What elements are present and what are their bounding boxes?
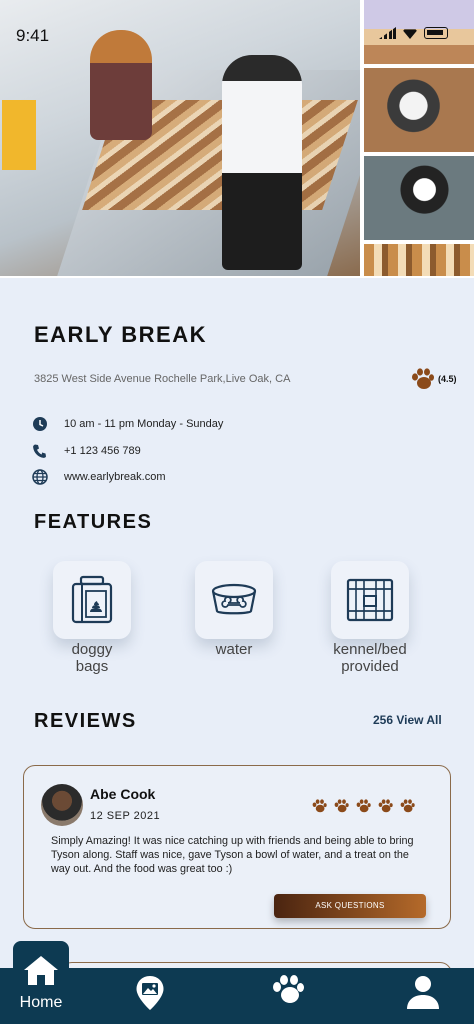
hours-text: 10 am - 11 pm Monday - Sunday: [64, 418, 224, 430]
home-label: Home: [19, 994, 63, 1011]
paw-icon: [273, 975, 304, 1003]
gallery-thumb-4[interactable]: [364, 244, 474, 276]
battery-icon: [424, 27, 448, 39]
website-link[interactable]: www.earlybreak.com: [64, 471, 165, 483]
venue-address: 3825 West Side Avenue Rochelle Park,Live…: [34, 373, 291, 385]
phone-text[interactable]: +1 123 456 789: [64, 445, 141, 457]
clock-icon: [33, 417, 47, 431]
feature-label: water: [215, 641, 253, 658]
nav-pets-tab[interactable]: [272, 975, 304, 1010]
profile-icon: [407, 976, 439, 1009]
doggy-bag-icon: [71, 575, 113, 624]
venue-rating: (4.5): [410, 368, 457, 390]
features-heading: FEATURES: [34, 511, 153, 533]
website-row[interactable]: www.earlybreak.com: [32, 469, 165, 485]
hero-gallery: [0, 0, 474, 278]
nav-map-tab[interactable]: [135, 975, 165, 1016]
gallery-thumb-3[interactable]: [364, 156, 474, 240]
feature-doggy-bags: doggy bags: [42, 561, 142, 675]
wifi-icon: [402, 29, 418, 39]
review-rating: [312, 799, 415, 813]
reviewer-name: Abe Cook: [90, 786, 156, 802]
paw-rating-icon: [356, 799, 371, 813]
avatar: [41, 784, 83, 826]
feature-label: doggy bags: [71, 641, 113, 675]
review-date: 12 SEP 2021: [90, 810, 161, 822]
view-all-reviews-link[interactable]: 256 View All: [373, 713, 442, 727]
globe-icon: [32, 469, 48, 485]
paw-rating-icon: [400, 799, 415, 813]
phone-icon: [33, 444, 46, 458]
paw-icon: [412, 368, 434, 389]
rating-value: (4.5): [438, 374, 457, 384]
feature-kennel: kennel/bed provided: [320, 561, 420, 675]
ask-questions-button[interactable]: ASK QUESTIONS: [274, 894, 426, 918]
hero-main-photo[interactable]: [0, 0, 360, 276]
nav-profile-tab[interactable]: [405, 975, 441, 1014]
kennel-icon: [346, 578, 394, 622]
paw-rating-icon: [378, 799, 393, 813]
paw-rating-icon: [334, 799, 349, 813]
home-icon: [24, 956, 58, 985]
paw-rating-icon: [312, 799, 327, 813]
reviews-heading: REVIEWS: [34, 710, 137, 732]
status-time: 9:41: [16, 26, 50, 45]
hours-row: 10 am - 11 pm Monday - Sunday: [32, 416, 223, 432]
feature-water: water: [184, 561, 284, 658]
review-text: Simply Amazing! It was nice catching up …: [51, 835, 414, 875]
feature-label: kennel/bed provided: [333, 641, 407, 675]
venue-title: EARLY BREAK: [34, 322, 207, 347]
gallery-thumb-2[interactable]: [364, 68, 474, 152]
signal-icon: [379, 27, 396, 39]
review-card: Abe Cook 12 SEP 2021 Simply Amazing! It …: [23, 765, 451, 929]
nav-home-tab[interactable]: Home: [13, 941, 69, 1024]
bottom-nav: [0, 968, 474, 1024]
status-icons: [379, 27, 448, 39]
water-bowl-icon: [211, 583, 257, 615]
map-pin-icon: [136, 976, 164, 1010]
phone-row[interactable]: +1 123 456 789: [32, 443, 141, 459]
